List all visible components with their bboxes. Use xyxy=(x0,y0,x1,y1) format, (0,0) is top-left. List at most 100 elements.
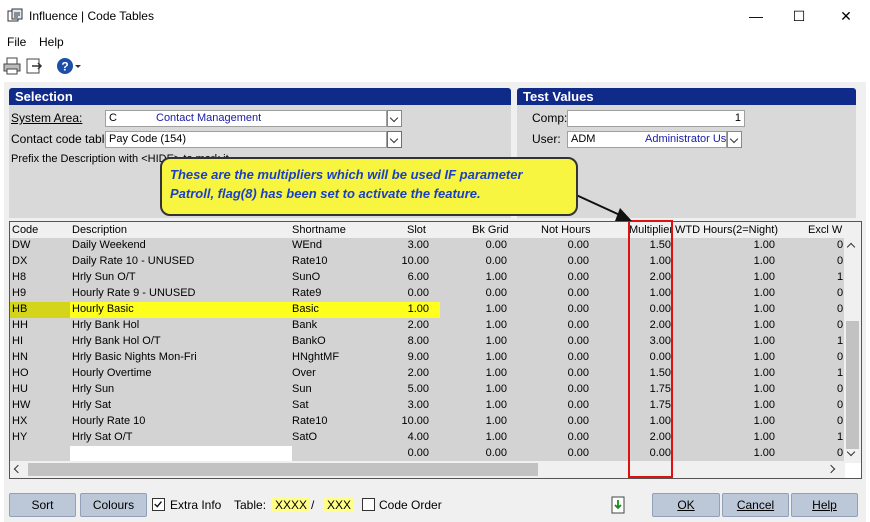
table-cell: Hrly Bank Hol O/T xyxy=(72,335,161,347)
help-button[interactable]: Help xyxy=(791,493,858,517)
table-row[interactable]: HN Hrly Basic Nights Mon-Fri HNghtMF 9.00 1.… xyxy=(10,350,845,366)
table-cell: 0.00 xyxy=(567,239,589,251)
table-cell: Basic xyxy=(292,303,319,315)
contact-code-dropdown[interactable] xyxy=(387,131,402,148)
col-code[interactable]: Code xyxy=(12,224,38,236)
table-slash: / xyxy=(311,498,315,512)
table-cell: 0 xyxy=(837,319,844,331)
table-cell: Daily Rate 10 - UNUSED xyxy=(72,255,195,267)
ok-button[interactable]: OK xyxy=(652,493,720,517)
table-cell: Hourly Rate 10 xyxy=(72,415,146,427)
table-cell: SatO xyxy=(292,431,318,443)
table-cell: 6.00 xyxy=(407,271,429,283)
user-label: User: xyxy=(532,132,561,146)
comp-field[interactable]: 1 xyxy=(567,110,745,127)
table-row[interactable]: HY Hrly Sat O/T SatO 4.00 1.00 0.00 2.00 1.00 1 xyxy=(10,430,845,446)
close-button[interactable]: ✕ xyxy=(826,4,866,28)
table-cell: 0 xyxy=(837,303,844,315)
print-icon[interactable] xyxy=(2,56,22,76)
col-excl-w[interactable]: Excl W xyxy=(808,224,842,236)
table-cell: DX xyxy=(12,255,28,267)
table-cell: 0 xyxy=(837,383,844,395)
chevron-down-icon[interactable] xyxy=(73,56,83,76)
table-cell: Hrly Sun xyxy=(72,383,115,395)
horizontal-scroll-thumb[interactable] xyxy=(28,463,538,476)
grid-header: Code Description Shortname Slot Bk Grid … xyxy=(10,222,861,238)
table-cell: 0.00 xyxy=(567,303,589,315)
user-dropdown[interactable] xyxy=(727,131,742,148)
table-row[interactable]: HO Hourly Overtime Over 2.00 1.00 0.00 1.50 1.0… xyxy=(10,366,845,382)
vertical-scroll-thumb[interactable] xyxy=(846,321,859,449)
table-cell: 1 xyxy=(837,431,844,443)
table-cell: 0.00 xyxy=(567,399,589,411)
table-cell: 0.00 xyxy=(485,447,507,459)
table-cell: 10.00 xyxy=(401,415,429,427)
col-slot[interactable]: Slot xyxy=(407,224,426,236)
table-cell: 1.00 xyxy=(753,383,775,395)
table-cell: HH xyxy=(12,319,28,331)
table-cell: H8 xyxy=(12,271,27,283)
scroll-left-icon[interactable] xyxy=(13,464,23,474)
table-cell: Hourly Basic xyxy=(72,303,134,315)
table-row[interactable]: HI Hrly Bank Hol O/T BankO 8.00 1.00 0.00 3.00… xyxy=(10,334,845,350)
table-row[interactable]: HH Hrly Bank Hol Bank 2.00 1.00 0.00 2.00 1.00 0 xyxy=(10,318,845,334)
table-cell: 0.00 xyxy=(407,447,429,459)
table-cell: WEnd xyxy=(292,239,322,251)
scroll-right-icon[interactable] xyxy=(826,464,836,474)
table-cell: Hrly Sun O/T xyxy=(72,271,136,283)
menu-help[interactable]: Help xyxy=(39,35,64,49)
table-cell: 1.00 xyxy=(753,431,775,443)
code-order-checkbox[interactable] xyxy=(362,498,375,511)
table-cell: 0 xyxy=(837,239,844,251)
table-row[interactable]: HW Hrly Sat Sat 3.00 1.00 0.00 1.75 1.00 0 xyxy=(10,398,845,414)
table-row[interactable]: 0.00 0.00 0.00 0.00 1.00 0 xyxy=(10,446,845,462)
colours-button[interactable]: Colours xyxy=(80,493,147,517)
help-icon[interactable]: ? xyxy=(55,56,75,76)
table-cell: 0.00 xyxy=(567,431,589,443)
table-row[interactable]: HX Hourly Rate 10 Rate10 10.00 1.00 0.00 1.00 1… xyxy=(10,414,845,430)
table-row[interactable]: DX Daily Rate 10 - UNUSED Rate10 10.00 0.00 0… xyxy=(10,254,845,270)
table-cell: 1.00 xyxy=(407,303,429,315)
table-cell: Hrly Bank Hol xyxy=(72,319,140,331)
table-cell: DW xyxy=(12,239,31,251)
table-cell: 0.00 xyxy=(567,447,589,459)
cancel-button[interactable]: Cancel xyxy=(722,493,789,517)
scroll-up-icon[interactable] xyxy=(846,242,856,252)
table-cell: 1.00 xyxy=(485,319,507,331)
code-table-grid[interactable]: Code Description Shortname Slot Bk Grid … xyxy=(9,221,862,479)
table-cell: 0 xyxy=(837,415,844,427)
app-icon xyxy=(7,8,23,22)
table-row[interactable]: H9 Hourly Rate 9 - UNUSED Rate9 0.00 0.00 0.0… xyxy=(10,286,845,302)
table-cell: 1.00 xyxy=(753,303,775,315)
horizontal-scrollbar[interactable] xyxy=(10,461,845,478)
minimize-button[interactable]: — xyxy=(736,4,776,28)
table-cell: 1.00 xyxy=(753,319,775,331)
table-cell: Bank xyxy=(292,319,318,331)
extra-info-checkbox[interactable] xyxy=(152,498,165,511)
system-area-dropdown[interactable] xyxy=(387,110,402,127)
system-area-field[interactable]: C Contact Management xyxy=(105,110,387,127)
user-field[interactable]: ADM Administrator User xyxy=(567,131,727,148)
table-row[interactable]: H8 Hrly Sun O/T SunO 6.00 1.00 0.00 2.00 1.00 1 xyxy=(10,270,845,286)
sort-button[interactable]: Sort xyxy=(9,493,76,517)
system-area-label: System Area: xyxy=(11,111,83,125)
export-icon[interactable] xyxy=(24,56,44,76)
table-cell: 1.00 xyxy=(753,255,775,267)
maximize-button[interactable]: ☐ xyxy=(779,4,819,28)
table-row[interactable]: HB Hourly Basic Basic 1.00 1.00 0.00 0.00 1.00 0 xyxy=(10,302,845,318)
contact-code-field[interactable]: Pay Code (154) xyxy=(105,131,387,148)
menu-file[interactable]: File xyxy=(7,35,26,49)
vertical-scrollbar[interactable] xyxy=(844,238,861,463)
col-shortname[interactable]: Shortname xyxy=(292,224,346,236)
table-row[interactable]: DW Daily Weekend WEnd 3.00 0.00 0.00 1.50 1.00 0 xyxy=(10,238,845,254)
table-cell: 1.00 xyxy=(753,415,775,427)
scroll-down-icon[interactable] xyxy=(846,447,856,457)
table-cell: 0 xyxy=(837,351,844,363)
table-row[interactable]: HU Hrly Sun Sun 5.00 1.00 0.00 1.75 1.00 0 xyxy=(10,382,845,398)
download-icon[interactable] xyxy=(610,496,626,514)
col-description[interactable]: Description xyxy=(72,224,127,236)
table-cell: 5.00 xyxy=(407,383,429,395)
col-wtd-hours[interactable]: WTD Hours(2=Night) xyxy=(675,224,778,236)
col-bk-grid[interactable]: Bk Grid xyxy=(472,224,509,236)
table-cell: Hourly Overtime xyxy=(72,367,152,379)
